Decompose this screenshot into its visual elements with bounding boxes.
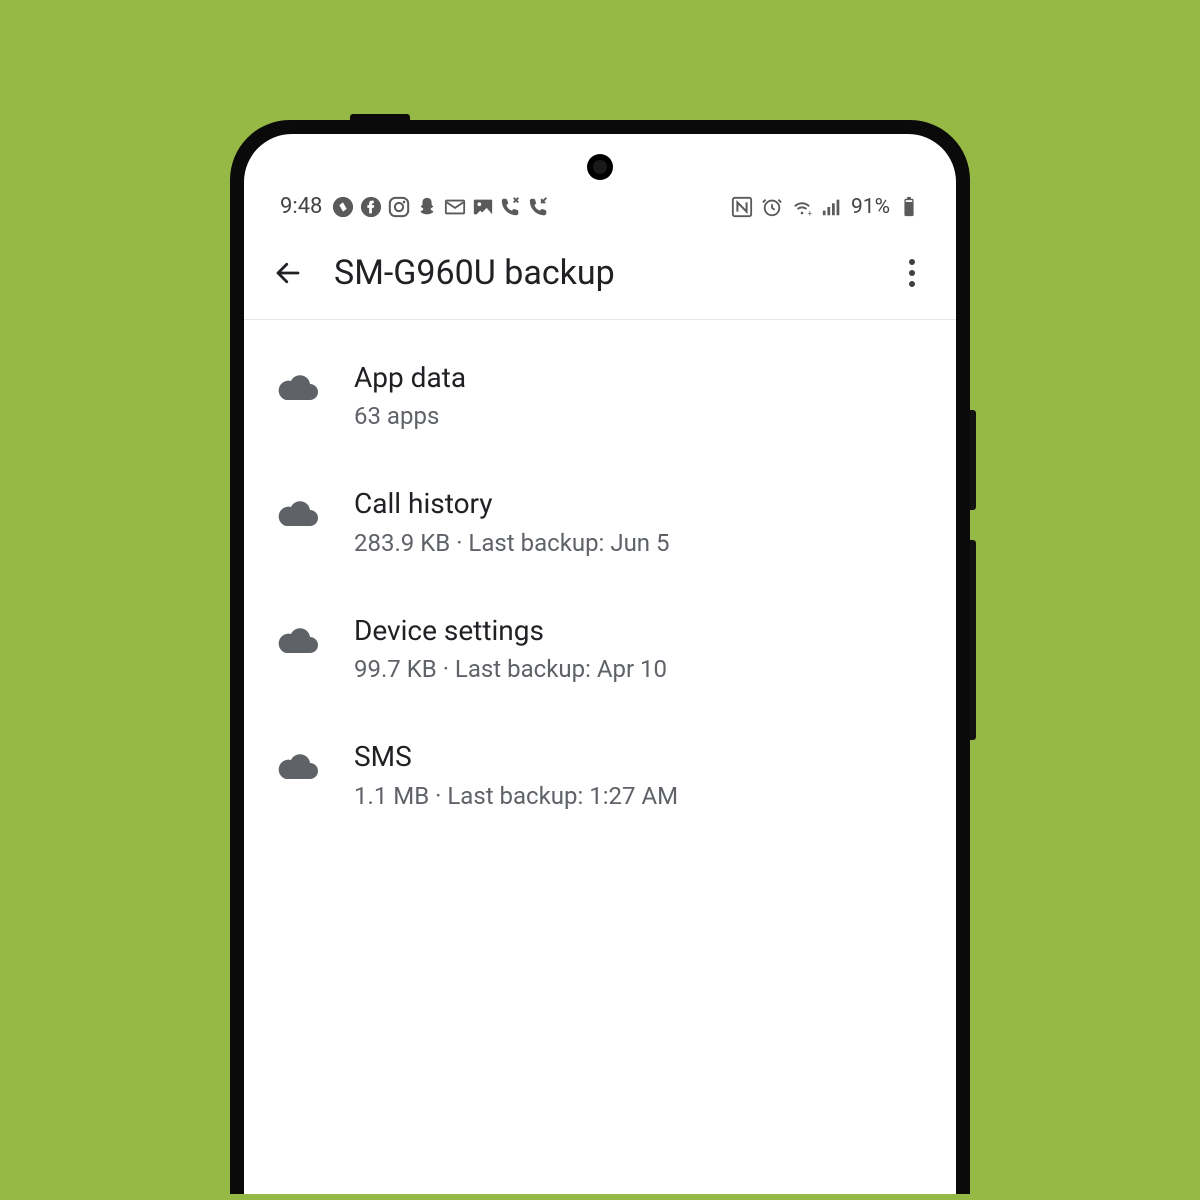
cloud-icon [276, 490, 320, 534]
cloud-icon [276, 617, 320, 661]
side-button [970, 540, 976, 740]
instagram-icon [388, 196, 410, 218]
status-left: 9:48 [280, 194, 550, 219]
cloud-icon [276, 743, 320, 787]
back-button[interactable] [268, 253, 308, 293]
nfc-icon [731, 196, 753, 218]
list-item-title: Call history [354, 486, 924, 522]
list-item-text: Call history 283.9 KB · Last backup: Jun… [354, 486, 924, 560]
list-item-app-data[interactable]: App data 63 apps [244, 334, 956, 460]
list-item-text: App data 63 apps [354, 360, 924, 434]
overflow-menu-button[interactable] [892, 253, 932, 293]
list-item-sms[interactable]: SMS 1.1 MB · Last backup: 1:27 AM [244, 713, 956, 839]
list-item-text: SMS 1.1 MB · Last backup: 1:27 AM [354, 739, 924, 813]
side-button [970, 410, 976, 510]
phone-missed-icon [500, 196, 522, 218]
app-bar: SM-G960U backup [244, 231, 956, 320]
phone-frame: 9:48 + 91% SM-G [230, 120, 970, 1194]
signal-icon [821, 196, 843, 218]
list-item-title: Device settings [354, 613, 924, 649]
list-item-call-history[interactable]: Call history 283.9 KB · Last backup: Jun… [244, 460, 956, 586]
photo-icon [472, 196, 494, 218]
svg-text:+: + [808, 209, 813, 218]
phone-incoming-icon [528, 196, 550, 218]
list-item-title: App data [354, 360, 924, 396]
mail-icon [444, 196, 466, 218]
snapchat-icon [416, 196, 438, 218]
status-app-icon [332, 196, 354, 218]
status-bar: 9:48 + 91% [244, 134, 956, 231]
backup-list: App data 63 apps Call history 283.9 KB ·… [244, 320, 956, 840]
list-item-subtitle: 99.7 KB · Last backup: Apr 10 [354, 651, 924, 687]
list-item-text: Device settings 99.7 KB · Last backup: A… [354, 613, 924, 687]
list-item-subtitle: 283.9 KB · Last backup: Jun 5 [354, 525, 924, 561]
cloud-icon [276, 364, 320, 408]
screen: 9:48 + 91% SM-G [244, 134, 956, 1194]
wifi-icon: + [791, 196, 813, 218]
front-camera [587, 154, 613, 180]
facebook-icon [360, 196, 382, 218]
battery-percentage: 91% [851, 195, 890, 219]
status-right: + 91% [731, 195, 920, 219]
list-item-device-settings[interactable]: Device settings 99.7 KB · Last backup: A… [244, 587, 956, 713]
battery-icon [898, 196, 920, 218]
list-item-subtitle: 63 apps [354, 398, 924, 434]
list-item-title: SMS [354, 739, 924, 775]
alarm-icon [761, 196, 783, 218]
status-time: 9:48 [280, 194, 322, 219]
list-item-subtitle: 1.1 MB · Last backup: 1:27 AM [354, 778, 924, 814]
page-title: SM-G960U backup [334, 253, 892, 293]
